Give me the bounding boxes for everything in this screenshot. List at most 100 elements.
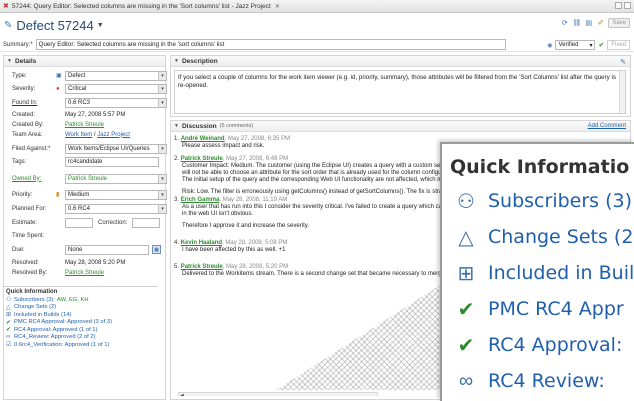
chevron-down-icon: ▾ (589, 42, 593, 49)
type-select[interactable]: Defect ▾ (65, 70, 167, 81)
comment-author[interactable]: Kevin Haaland (181, 240, 222, 246)
editor-toolbar: ⟳ ⛓ ▤ ✐ Save (560, 18, 630, 28)
print-icon[interactable]: ▤ (584, 19, 593, 28)
priority-select[interactable]: Medium ▾ (65, 189, 167, 200)
due-row: Due: None ▦ (4, 244, 167, 255)
severity-row: Severity: ● Critical ▾ (4, 83, 167, 94)
due-input[interactable]: None (65, 244, 149, 255)
comment-count: (5 comments) (219, 123, 254, 129)
link-icon[interactable]: ⛓ (572, 19, 581, 28)
subscribers-icon: ⚇ (6, 297, 12, 304)
qi-subscribers[interactable]: ⚇ Subscribers (3): AW, EG, KH (4, 296, 158, 304)
summary-row: Summary:* Query Editor: Selected columns… (0, 38, 634, 52)
chevron-down-icon: ▾ (158, 174, 166, 183)
quick-information-zoom-callout: Quick Informatio ⚇ Subscribers (3) △ Cha… (440, 142, 634, 401)
zoom-change-sets-text: Change Sets (2 (488, 226, 634, 248)
save-button[interactable]: Save (608, 18, 630, 28)
qi-rc4-review[interactable]: ∞ RC4_Review: Approved (2 of 2) (4, 334, 158, 342)
owned-by-value: Patrick Streule (68, 175, 108, 182)
created-by-link[interactable]: Patrick Streule (65, 122, 104, 128)
window-titlebar: ✖ 57244: Query Editor: Selected columns … (0, 0, 634, 13)
subscribers-people[interactable]: AW, EG, KH (57, 297, 89, 303)
edit-icon[interactable]: ✐ (596, 19, 605, 28)
details-header[interactable]: ▼ Details (4, 56, 165, 67)
edit-description-icon[interactable]: ✎ (620, 58, 626, 66)
correction-input[interactable] (132, 217, 160, 228)
close-tab-icon[interactable]: ✕ (275, 3, 280, 10)
work-item-icon: ✎ (4, 19, 13, 31)
verification-link[interactable]: 0.6rc4_Verification: Approved (1 of 1) (14, 342, 109, 348)
filed-against-select[interactable]: Work Items/Eclipse UI/Queries ▾ (65, 143, 167, 154)
change-sets-icon: △ (6, 304, 11, 311)
qi-change-sets[interactable]: △ Change Sets (2) (4, 304, 158, 312)
comment-date: , May 28, 2008, 5:08 PM (222, 240, 288, 246)
owned-by-label[interactable]: Owned By: (12, 176, 41, 182)
tags-input[interactable]: rc4candidate (65, 156, 159, 167)
window-controls (615, 2, 631, 9)
qi-pmc-approval[interactable]: ✔ PMC RC4 Approval: Approved (3 of 3) (4, 319, 158, 327)
change-sets-icon: △ (458, 226, 474, 249)
priority-row: Priority: ▮ Medium ▾ (4, 189, 167, 200)
scroll-left-icon[interactable]: ◀ (180, 393, 184, 396)
team-area-link-jazz-project[interactable]: Jazz Project (97, 132, 130, 138)
team-area-row: Team Area: Work Item / Jazz Project (4, 129, 167, 140)
type-value: Defect (68, 72, 86, 79)
discussion-horizontal-scrollbar[interactable]: ◀ (178, 392, 378, 396)
summary-input[interactable]: Query Editor: Selected columns are missi… (35, 39, 506, 50)
chevron-down-icon: ▾ (158, 98, 166, 107)
chevron-down-icon: ▾ (158, 144, 166, 153)
collapse-triangle-icon: ▼ (174, 123, 179, 129)
editor-header: ✎ Defect 57244 ▼ (0, 13, 634, 37)
change-sets-link[interactable]: Change Sets (2) (14, 304, 56, 310)
planned-for-select[interactable]: 0.6 RC4 ▾ (65, 203, 167, 214)
found-in-label[interactable]: Found In: (12, 100, 37, 106)
details-heading: Details (14, 57, 37, 65)
planned-for-row: Planned For: 0.6 RC4 ▾ (4, 203, 167, 214)
add-comment-link[interactable]: Add Comment (588, 123, 626, 129)
refresh-icon[interactable]: ⟳ (560, 19, 569, 28)
minimize-button[interactable] (615, 2, 622, 9)
chevron-down-icon[interactable]: ▼ (97, 22, 104, 29)
created-by-label: Created By: (12, 121, 44, 128)
owned-by-select[interactable]: Patrick Streule ▾ (65, 173, 167, 184)
description-header[interactable]: ▼ Description (171, 56, 630, 67)
found-in-select[interactable]: 0.6 RC3 ▾ (65, 97, 167, 108)
qi-rc4-approval[interactable]: ✔ RC4 Approval: Approved (1 of 1) (4, 326, 158, 334)
quick-information-title: Quick Information (6, 289, 58, 295)
estimate-input[interactable] (65, 217, 93, 228)
team-area-link-work-item[interactable]: Work Item (65, 132, 92, 138)
maximize-button[interactable] (624, 2, 631, 9)
description-textarea[interactable]: If you select a couple of columns for th… (174, 70, 626, 114)
approval-check-icon: ✔ (457, 298, 475, 321)
pmc-approval-link[interactable]: PMC RC4 Approval: Approved (3 of 3) (14, 319, 112, 325)
discussion-header[interactable]: ▼ Discussion (5 comments) (171, 121, 630, 132)
qi-builds[interactable]: ⊞ Included in Builds (14) (4, 311, 158, 319)
comment-author[interactable]: Erich Gamma (181, 197, 220, 203)
calendar-icon[interactable]: ▦ (152, 245, 161, 254)
window-tab-title[interactable]: 57244: Query Editor: Selected columns ar… (12, 3, 271, 10)
subscribers-link[interactable]: Subscribers (3): (14, 297, 55, 303)
status-select[interactable]: Verified ▾ (555, 40, 596, 50)
review-glasses-icon: ∞ (6, 334, 11, 341)
builds-link[interactable]: Included in Builds (14) (14, 312, 71, 318)
zoom-rc4-review-text: RC4 Review: (488, 370, 605, 392)
approval-check-icon: ✔ (457, 334, 475, 357)
comment-author[interactable]: Patrick Streule (181, 264, 223, 270)
comment-author[interactable]: Patrick Streule (181, 156, 223, 162)
zoom-row-subscribers: ⚇ Subscribers (3) (452, 184, 632, 218)
severity-label: Severity: (12, 85, 36, 92)
resolution-value: Fixed (611, 42, 626, 48)
rc4-review-link[interactable]: RC4_Review: Approved (2 of 2) (14, 334, 96, 340)
resolution-select[interactable]: Fixed (607, 40, 630, 50)
priority-icon: ▮ (56, 192, 60, 198)
severity-select[interactable]: Critical ▾ (65, 83, 167, 94)
qi-verification[interactable]: ☑ 0.6rc4_Verification: Approved (1 of 1) (4, 341, 158, 349)
rc4-approval-link[interactable]: RC4 Approval: Approved (1 of 1) (14, 327, 97, 333)
chevron-down-icon: ▾ (158, 71, 166, 80)
resolved-by-link[interactable]: Patrick Streule (65, 270, 104, 276)
page-title: Defect 57244 (16, 17, 94, 33)
comment-author[interactable]: André Weinand (181, 136, 225, 142)
check-icon: ✔ (598, 42, 605, 49)
correction-label: Correction: (98, 219, 128, 226)
description-scrollbar[interactable] (619, 71, 625, 113)
